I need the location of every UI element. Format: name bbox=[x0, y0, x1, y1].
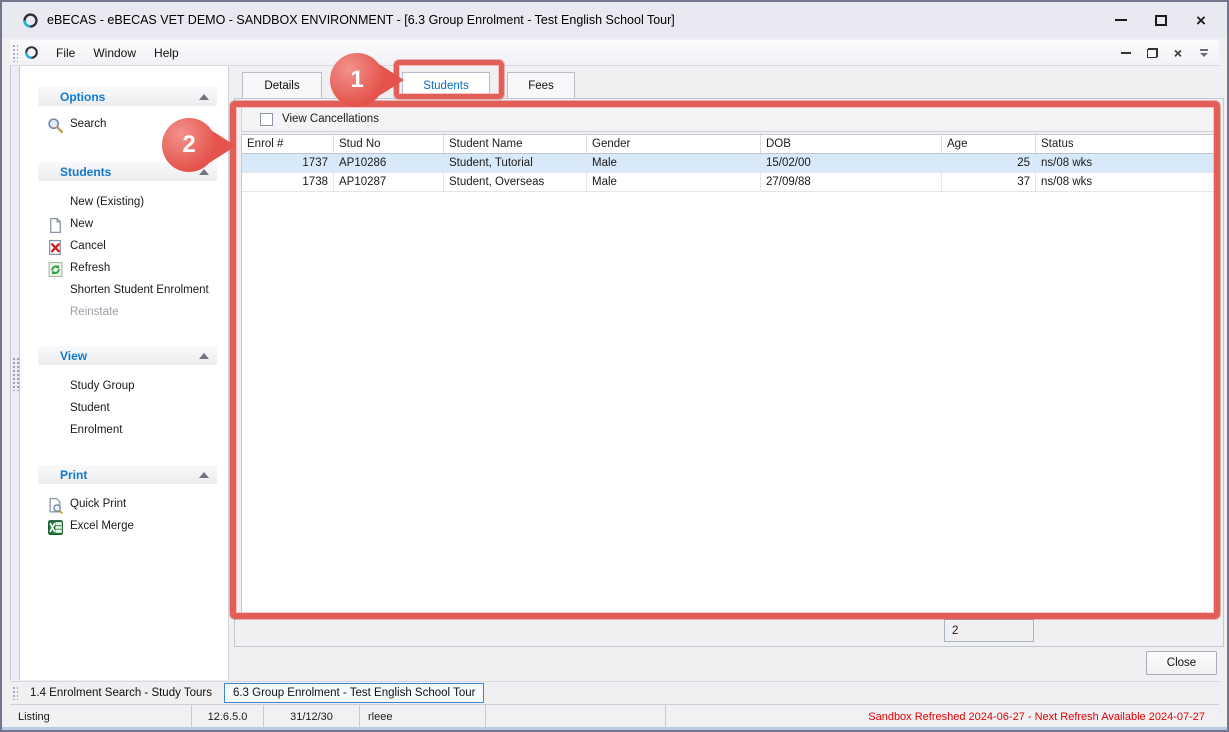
section-title: View bbox=[60, 349, 87, 363]
sidebar-item-cancel[interactable]: Cancel bbox=[20, 238, 229, 258]
menu-bar: File Window Help × bbox=[10, 40, 1219, 66]
close-button[interactable]: Close bbox=[1146, 651, 1217, 675]
status-user: rleee bbox=[360, 705, 486, 728]
quick-print-icon bbox=[47, 497, 64, 514]
app-window: eBECAS - eBECAS VET DEMO - SANDBOX ENVIR… bbox=[0, 0, 1229, 732]
collapse-arrow-icon bbox=[199, 94, 209, 100]
status-version: 12.6.5.0 bbox=[192, 705, 264, 728]
section-title: Options bbox=[60, 90, 105, 104]
annotation-rect-students-tab bbox=[394, 60, 504, 99]
window-tab-bar: 1.4 Enrolment Search - Study Tours 6.3 G… bbox=[10, 681, 1219, 704]
mdi-minimize-button[interactable] bbox=[1115, 43, 1137, 63]
minimize-button[interactable] bbox=[1101, 5, 1141, 35]
window-bottom-edge bbox=[2, 727, 1227, 730]
sidebar-item-label: Enrolment bbox=[70, 424, 122, 436]
sidebar-item-study-group[interactable]: Study Group bbox=[20, 378, 229, 398]
sidebar-item-label: Reinstate bbox=[70, 306, 119, 318]
mdi-close-button[interactable]: × bbox=[1167, 43, 1189, 63]
sidebar-item-label: Quick Print bbox=[70, 498, 126, 510]
status-empty-cell bbox=[486, 705, 666, 728]
refresh-icon bbox=[47, 261, 64, 278]
tab-fees[interactable]: Fees bbox=[507, 72, 575, 99]
overflow-icon bbox=[1200, 49, 1208, 57]
sidebar-item-label: Refresh bbox=[70, 262, 110, 274]
sidebar-section-options[interactable]: Options bbox=[38, 87, 217, 106]
tab-details[interactable]: Details bbox=[242, 72, 322, 99]
menu-file[interactable]: File bbox=[47, 42, 84, 64]
sidebar-item-label: New (Existing) bbox=[70, 196, 144, 208]
close-window-button[interactable]: × bbox=[1181, 5, 1221, 35]
sidebar-item-label: New bbox=[70, 218, 93, 230]
sidebar-item-label: Cancel bbox=[70, 240, 106, 252]
close-icon: × bbox=[1196, 12, 1206, 29]
cancel-icon bbox=[47, 239, 64, 256]
sidebar-item-reinstate: Reinstate bbox=[20, 304, 229, 324]
sidebar-section-print[interactable]: Print bbox=[38, 465, 217, 484]
section-title: Students bbox=[60, 165, 111, 179]
close-icon: × bbox=[1174, 46, 1182, 60]
record-count-box: 2 bbox=[944, 619, 1034, 642]
toolbar-grip[interactable] bbox=[12, 44, 18, 62]
sidebar-item-excel-merge[interactable]: Excel Merge bbox=[20, 518, 229, 538]
sidebar-item-label: Excel Merge bbox=[70, 520, 134, 532]
dock-strip bbox=[10, 66, 20, 680]
status-bar: Listing 12.6.5.0 31/12/30 rleee Sandbox … bbox=[10, 704, 1219, 728]
bottom-tab-group-enrolment[interactable]: 6.3 Group Enrolment - Test English Schoo… bbox=[224, 683, 484, 703]
title-bar: eBECAS - eBECAS VET DEMO - SANDBOX ENVIR… bbox=[2, 2, 1227, 38]
app-logo-icon bbox=[22, 12, 39, 29]
maximize-button[interactable] bbox=[1141, 5, 1181, 35]
sidebar-item-new[interactable]: New bbox=[20, 216, 229, 236]
sidebar-item-refresh[interactable]: Refresh bbox=[20, 260, 229, 280]
restore-icon bbox=[1147, 48, 1158, 58]
maximize-icon bbox=[1155, 15, 1167, 26]
sidebar-item-label: Study Group bbox=[70, 380, 135, 392]
sidebar-item-enrolment[interactable]: Enrolment bbox=[20, 422, 229, 442]
status-sandbox-message: Sandbox Refreshed 2024-06-27 - Next Refr… bbox=[666, 705, 1219, 728]
sidebar-item-label: Search bbox=[70, 118, 106, 130]
collapse-arrow-icon bbox=[199, 353, 209, 359]
minimize-icon bbox=[1121, 52, 1131, 54]
search-icon bbox=[47, 117, 64, 134]
sidebar-item-shorten-student-enrolment[interactable]: Shorten Student Enrolment bbox=[20, 282, 229, 302]
status-date: 31/12/30 bbox=[264, 705, 360, 728]
new-document-icon bbox=[47, 217, 64, 234]
excel-icon bbox=[47, 519, 64, 536]
sidebar-item-student[interactable]: Student bbox=[20, 400, 229, 420]
annotation-rect-grid bbox=[230, 101, 1220, 619]
collapse-arrow-icon bbox=[199, 472, 209, 478]
splitter-grip[interactable] bbox=[12, 357, 19, 391]
balloon-number: 2 bbox=[162, 118, 216, 172]
tab-bar-grip[interactable] bbox=[12, 686, 18, 700]
sidebar-item-new-existing[interactable]: New (Existing) bbox=[20, 194, 229, 214]
sidebar-item-label: Shorten Student Enrolment bbox=[70, 284, 209, 296]
menu-window[interactable]: Window bbox=[84, 42, 145, 64]
app-logo-icon bbox=[24, 45, 39, 60]
toolbar-overflow-button[interactable] bbox=[1193, 43, 1215, 63]
window-title: eBECAS - eBECAS VET DEMO - SANDBOX ENVIR… bbox=[47, 13, 675, 27]
bottom-tab-enrolment-search[interactable]: 1.4 Enrolment Search - Study Tours bbox=[22, 684, 220, 702]
status-mode: Listing bbox=[10, 705, 192, 728]
sidebar-item-quick-print[interactable]: Quick Print bbox=[20, 496, 229, 516]
minimize-icon bbox=[1115, 19, 1127, 21]
sidebar-section-view[interactable]: View bbox=[38, 346, 217, 365]
balloon-number: 1 bbox=[330, 53, 384, 107]
mdi-restore-button[interactable] bbox=[1141, 43, 1163, 63]
section-title: Print bbox=[60, 468, 87, 482]
menu-help[interactable]: Help bbox=[145, 42, 188, 64]
sidebar-item-label: Student bbox=[70, 402, 110, 414]
